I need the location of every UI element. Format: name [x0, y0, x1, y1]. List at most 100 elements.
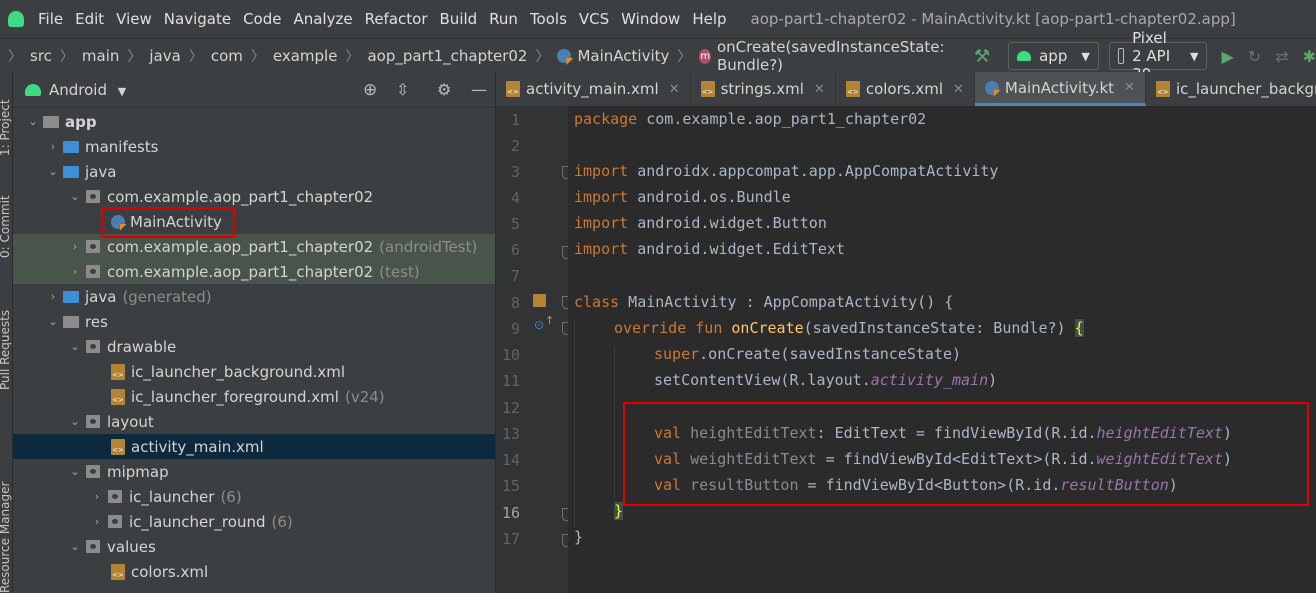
tree-item-ic-launcher-round[interactable]: › ic_launcher_round (6) — [13, 509, 495, 534]
menu-tools[interactable]: Tools — [530, 10, 567, 28]
project-view-select[interactable]: Android ▼ — [49, 81, 126, 99]
tree-item-label: ic_launcher_background.xml — [131, 362, 346, 381]
apply-code-changes-icon[interactable]: ⇄ — [1275, 47, 1288, 66]
tree-item-java[interactable]: ⌄ java — [13, 159, 495, 184]
tree-item-values[interactable]: ⌄ values — [13, 534, 495, 559]
tab-activity-main[interactable]: activity_main.xml ✕ — [496, 72, 691, 106]
code-text: androidx.appcompat.app.AppCompatActivity — [628, 162, 999, 180]
chevron-down-icon: ⌄ — [28, 115, 38, 128]
layout-file-gutter-icon[interactable] — [533, 294, 546, 307]
xml-file-icon — [845, 81, 860, 97]
tree-item-mainactivity[interactable]: MainActivity — [13, 209, 495, 234]
tab-strings[interactable]: strings.xml ✕ — [691, 72, 836, 106]
breadcrumb-file[interactable]: MainActivity 〉 — [557, 46, 699, 66]
menu-file[interactable]: File — [38, 10, 63, 28]
menu-refactor[interactable]: Refactor — [365, 10, 428, 28]
menu-code[interactable]: Code — [243, 10, 281, 28]
collapse-all-icon[interactable]: ⇳ — [396, 80, 409, 99]
breadcrumb-java[interactable]: java 〉 — [149, 46, 210, 66]
tree-item-manifests[interactable]: › manifests — [13, 134, 495, 159]
tree-item-ic-launcher-background[interactable]: ic_launcher_background.xml — [13, 359, 495, 384]
tree-item-layout[interactable]: ⌄ layout — [13, 409, 495, 434]
keyword: import — [574, 214, 629, 232]
menu-build[interactable]: Build — [440, 10, 478, 28]
menu-vcs[interactable]: VCS — [579, 10, 609, 28]
code-line-11: setContentView(R.layout.activity_main) — [654, 371, 997, 389]
breadcrumb-method[interactable]: m onCreate(savedInstanceState: Bundle?) — [699, 38, 948, 74]
device-select[interactable]: Pixel 2 API 30▼ — [1108, 29, 1208, 83]
override-gutter-icon[interactable]: ⊙ — [534, 318, 544, 332]
package-icon — [86, 240, 100, 253]
code-highlight-box — [623, 402, 1309, 506]
breadcrumb-src[interactable]: src 〉 — [30, 46, 82, 66]
menu-help[interactable]: Help — [692, 10, 726, 28]
code-editor[interactable]: package com.example.aop_part1_chapter02 … — [568, 106, 1316, 593]
tree-item-activity-main[interactable]: activity_main.xml — [13, 434, 495, 459]
package-icon — [86, 265, 100, 278]
navigation-bar: 〉 src 〉 main 〉 java 〉 com 〉 example 〉 aop_par… — [0, 29, 1316, 83]
tree-item-package-androidtest[interactable]: › com.example.aop_part1_chapter02 (andro… — [13, 234, 495, 259]
chevron-right-icon: › — [50, 290, 56, 303]
tab-mainactivity[interactable]: MainActivity.kt ✕ — [974, 72, 1146, 106]
breadcrumb-com[interactable]: com 〉 — [211, 46, 273, 66]
code-text: android.widget.EditText — [628, 240, 845, 258]
close-icon[interactable]: ✕ — [953, 82, 964, 97]
breadcrumb-main[interactable]: main 〉 — [82, 46, 149, 66]
indent-guide — [574, 320, 575, 528]
tab-colors[interactable]: colors.xml ✕ — [836, 72, 975, 106]
window-title: aop-part1-chapter02 - MainActivity.kt [a… — [750, 10, 1236, 28]
xml-file-icon — [111, 438, 125, 455]
tree-item-drawable[interactable]: ⌄ drawable — [13, 334, 495, 359]
menu-analyze[interactable]: Analyze — [293, 10, 352, 28]
resource-manager-tool-label[interactable]: Resource Manager — [0, 427, 12, 593]
tree-item-label: ic_launcher_round — [129, 512, 266, 531]
menu-edit[interactable]: Edit — [75, 10, 104, 28]
tab-ic-launcher-background[interactable]: ic_launcher_background.xml — [1146, 72, 1316, 106]
xml-file-icon — [1155, 81, 1170, 97]
menu-view[interactable]: View — [116, 10, 152, 28]
close-icon[interactable]: ✕ — [814, 82, 825, 97]
locate-target-icon[interactable]: ⊕ — [363, 80, 377, 100]
breadcrumb-example[interactable]: example 〉 — [273, 46, 368, 66]
tree-item-colors[interactable]: colors.xml — [13, 559, 495, 584]
keyword: import — [574, 188, 629, 206]
line-number: 13 — [501, 425, 520, 443]
tree-item-label: ic_launcher_foreground.xml — [131, 387, 339, 406]
build-hammer-icon[interactable]: ⚒ — [974, 46, 990, 67]
matched-brace: } — [614, 502, 624, 520]
minimize-icon[interactable]: — — [471, 80, 487, 99]
close-icon[interactable]: ✕ — [669, 82, 680, 97]
tree-item-ic-launcher-foreground[interactable]: ic_launcher_foreground.xml (v24) — [13, 384, 495, 409]
project-view-label: Android — [49, 80, 107, 99]
close-icon[interactable]: ✕ — [1124, 80, 1135, 95]
tree-item-package-main[interactable]: ⌄ com.example.aop_part1_chapter02 — [13, 184, 495, 209]
run-config-select[interactable]: app ▼ — [1008, 42, 1099, 70]
menu-window[interactable]: Window — [621, 10, 680, 28]
breadcrumb-package[interactable]: aop_part1_chapter02 〉 — [367, 46, 557, 66]
menu-navigate[interactable]: Navigate — [164, 10, 231, 28]
tree-item-res[interactable]: ⌄ res — [13, 309, 495, 334]
menu-run[interactable]: Run — [489, 10, 518, 28]
project-tool-label[interactable]: 1: Project — [0, 74, 12, 156]
code-line-16: } — [614, 502, 624, 520]
pull-requests-tool-label[interactable]: Pull Requests — [0, 290, 12, 390]
code-text: android.widget.Button — [628, 214, 827, 232]
folder-icon — [86, 415, 100, 428]
tree-item-java-generated[interactable]: › java (generated) — [13, 284, 495, 309]
tree-item-ic-launcher[interactable]: › ic_launcher (6) — [13, 484, 495, 509]
tree-item-package-test[interactable]: › com.example.aop_part1_chapter02 (test) — [13, 259, 495, 284]
xml-file-icon — [700, 81, 715, 97]
breadcrumb-label: java — [149, 47, 181, 65]
line-number: 10 — [501, 346, 520, 364]
tree-item-label: drawable — [107, 337, 177, 356]
run-icon[interactable]: ▶ — [1221, 47, 1233, 66]
apply-changes-icon[interactable]: ↻ — [1248, 47, 1261, 66]
tab-label: colors.xml — [865, 80, 944, 98]
debug-bug-icon[interactable]: ✱ — [1303, 47, 1316, 66]
tree-item-app[interactable]: ⌄ app — [13, 109, 495, 134]
gear-icon[interactable]: ⚙ — [437, 80, 451, 99]
commit-tool-label[interactable]: 0: Commit — [0, 180, 12, 258]
package-icon — [86, 190, 100, 203]
tree-item-mipmap[interactable]: ⌄ mipmap — [13, 459, 495, 484]
breadcrumb-label: MainActivity — [577, 47, 670, 65]
